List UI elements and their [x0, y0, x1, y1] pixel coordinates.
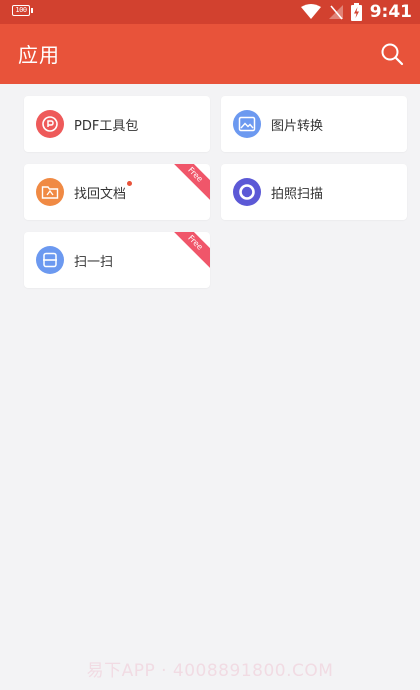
- battery-charging-icon: [350, 3, 362, 21]
- card-label: 扫一扫: [74, 255, 114, 270]
- card-pdf-toolkit[interactable]: PDF工具包: [24, 96, 210, 152]
- free-ribbon: Free: [169, 164, 210, 201]
- search-button[interactable]: [378, 40, 406, 68]
- search-icon: [381, 43, 404, 66]
- page-title: 应用: [18, 43, 60, 67]
- card-label: PDF工具包: [74, 119, 139, 134]
- notification-dot: [127, 181, 133, 186]
- card-label: 拍照扫描: [271, 187, 324, 202]
- watermark: 易下APP · 4008891800.COM: [86, 661, 334, 681]
- recover-document-icon: [36, 178, 64, 206]
- app-bar: 应用: [0, 24, 420, 84]
- no-signal-icon: [328, 5, 343, 20]
- card-recover-document[interactable]: 找回文档 Free: [24, 164, 210, 220]
- scan-icon: [36, 246, 64, 274]
- card-image-convert[interactable]: 图片转换: [221, 96, 407, 152]
- pdf-toolkit-icon: [36, 110, 64, 138]
- card-label-text: 找回文档: [74, 187, 127, 202]
- free-ribbon: Free: [169, 232, 210, 269]
- card-camera-scan[interactable]: 拍照扫描: [221, 164, 407, 220]
- card-label: 图片转换: [271, 119, 324, 134]
- camera-scan-icon: [233, 178, 261, 206]
- status-bar: 100 9:41: [0, 0, 420, 24]
- status-time: 9:41: [369, 2, 412, 22]
- battery-indicator-left: 100: [12, 5, 33, 16]
- card-label: 找回文档: [74, 181, 133, 202]
- status-right-group: 9:41: [300, 0, 412, 24]
- card-scan[interactable]: 扫一扫 Free: [24, 232, 210, 288]
- wifi-icon: [300, 4, 321, 19]
- image-convert-icon: [233, 110, 261, 138]
